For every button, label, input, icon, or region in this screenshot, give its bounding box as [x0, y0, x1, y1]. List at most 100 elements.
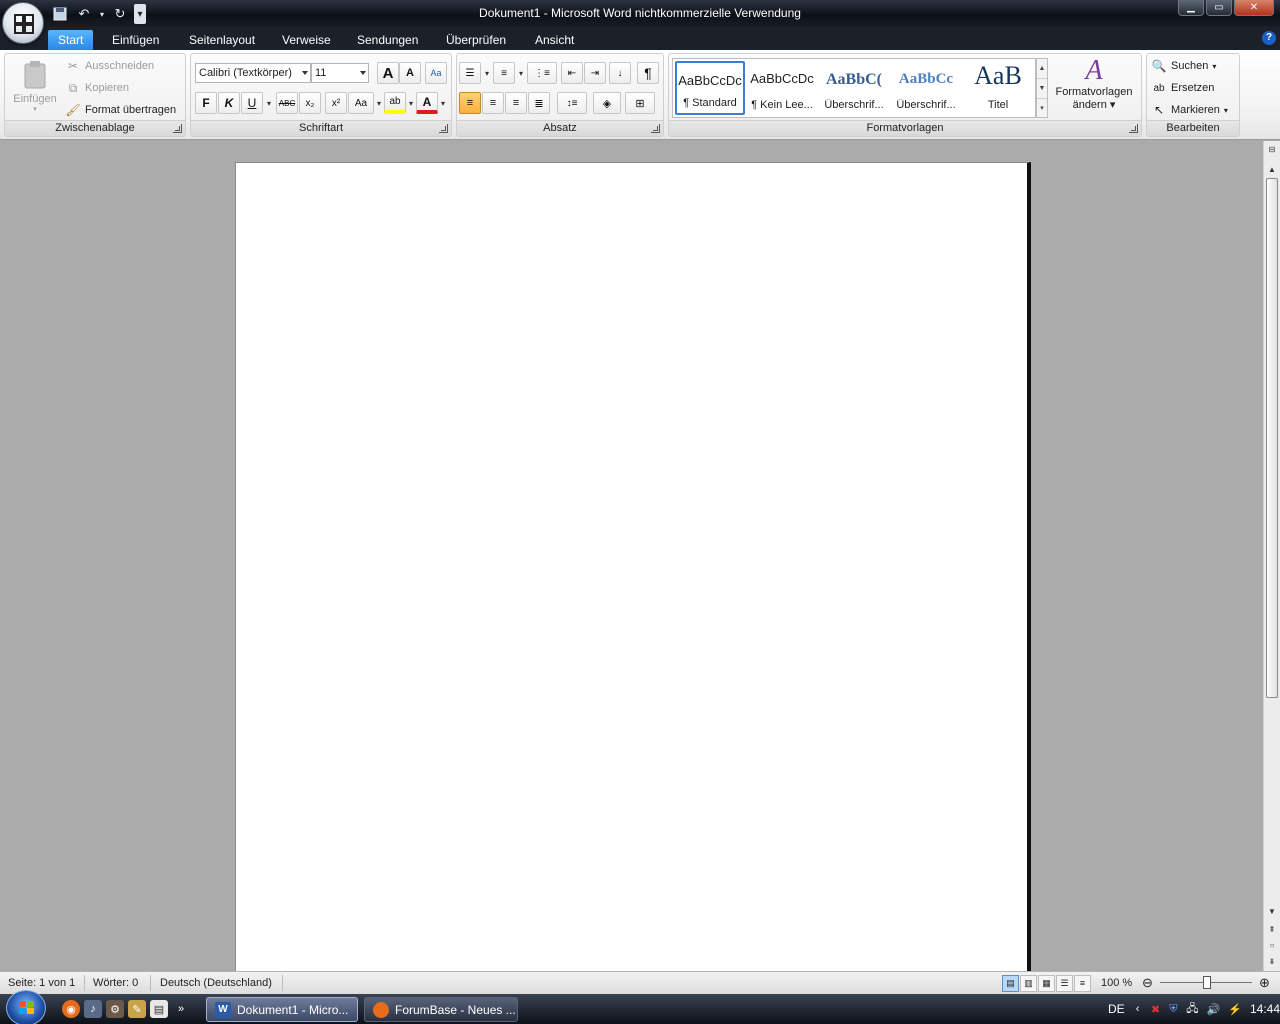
- tab-ueberpruefen[interactable]: Überprüfen: [436, 30, 516, 50]
- show-marks-button[interactable]: ¶: [637, 62, 659, 84]
- zoom-in-icon[interactable]: ⊕: [1259, 975, 1270, 991]
- previous-page-icon[interactable]: ⇞: [1265, 923, 1279, 937]
- line-spacing-icon[interactable]: ↕≡: [557, 92, 587, 114]
- gallery-down-icon[interactable]: ▼: [1037, 79, 1047, 99]
- tab-ansicht[interactable]: Ansicht: [525, 30, 584, 50]
- more-icon[interactable]: »: [172, 1000, 190, 1018]
- style-ueberschrift-1[interactable]: AaBbC( Überschrif...: [819, 61, 889, 115]
- multilevel-list-icon[interactable]: ⋮≡: [527, 62, 557, 84]
- align-left-icon[interactable]: ≡: [459, 92, 481, 114]
- next-page-icon[interactable]: ⇟: [1265, 955, 1279, 969]
- copy-button[interactable]: ⧉ Kopieren: [65, 78, 129, 98]
- change-styles-button[interactable]: A Formatvorlagen ändern ▾: [1052, 56, 1136, 118]
- close-button[interactable]: ✕: [1234, 0, 1274, 16]
- numbering-dropdown-icon[interactable]: ▾: [516, 62, 526, 84]
- bold-button[interactable]: F: [195, 92, 217, 114]
- firefox-icon[interactable]: ◉: [62, 1000, 80, 1018]
- tab-start[interactable]: Start: [48, 30, 94, 50]
- show-hidden-icons-icon[interactable]: ‹: [1133, 1002, 1143, 1016]
- bullets-dropdown-icon[interactable]: ▾: [482, 62, 492, 84]
- highlight-button[interactable]: ab: [384, 92, 406, 114]
- superscript-button[interactable]: x²: [325, 92, 347, 114]
- tab-sendungen[interactable]: Sendungen: [347, 30, 428, 50]
- outline-view-icon[interactable]: ☰: [1056, 975, 1073, 992]
- tool-icon[interactable]: ⚙: [106, 1000, 124, 1018]
- shrink-font-button[interactable]: A: [399, 62, 421, 84]
- clipboard-launcher-icon[interactable]: [173, 124, 182, 133]
- gallery-up-icon[interactable]: ▲: [1037, 59, 1047, 79]
- align-center-icon[interactable]: ≡: [482, 92, 504, 114]
- scroll-down-icon[interactable]: ▼: [1265, 905, 1279, 919]
- clock[interactable]: 14:44: [1250, 1002, 1280, 1016]
- browse-object-icon[interactable]: ○: [1265, 939, 1279, 953]
- paste-button[interactable]: Einfügen ▾: [9, 58, 61, 118]
- font-launcher-icon[interactable]: [439, 124, 448, 133]
- font-color-dropdown-icon[interactable]: ▾: [438, 92, 448, 114]
- numbering-icon[interactable]: ≡: [493, 62, 515, 84]
- increase-indent-icon[interactable]: ⇥: [584, 62, 606, 84]
- document-page[interactable]: [235, 162, 1031, 982]
- print-layout-icon[interactable]: ▤: [1002, 975, 1019, 992]
- zoom-slider-thumb[interactable]: [1203, 976, 1211, 989]
- vertical-scrollbar[interactable]: ⊟ ▲ ▼ ⇞ ○ ⇟: [1263, 141, 1280, 971]
- shield-icon[interactable]: ⛨: [1168, 1002, 1178, 1016]
- tab-einfuegen[interactable]: Einfügen: [102, 30, 169, 50]
- taskbar-button-word[interactable]: W Dokument1 - Micro...: [206, 997, 358, 1022]
- scroll-up-icon[interactable]: ▲: [1265, 163, 1279, 177]
- tab-verweise[interactable]: Verweise: [272, 30, 341, 50]
- find-button[interactable]: 🔍 Suchen ▾: [1151, 56, 1217, 76]
- page-count[interactable]: Seite: 1 von 1: [8, 977, 75, 989]
- language-status[interactable]: Deutsch (Deutschland): [160, 977, 272, 989]
- font-name-combo[interactable]: Calibri (Textkörper): [195, 63, 311, 83]
- font-size-combo[interactable]: 11: [311, 63, 369, 83]
- style-ueberschrift-2[interactable]: AaBbCc Überschrif...: [891, 61, 961, 115]
- media-player-icon[interactable]: ♪: [84, 1000, 102, 1018]
- paragraph-launcher-icon[interactable]: [651, 124, 660, 133]
- styles-launcher-icon[interactable]: [1129, 124, 1138, 133]
- draft-view-icon[interactable]: ≡: [1074, 975, 1091, 992]
- full-screen-reading-icon[interactable]: ▥: [1020, 975, 1037, 992]
- volume-icon[interactable]: 🔊: [1207, 1002, 1221, 1016]
- clear-formatting-icon[interactable]: Aa: [425, 62, 447, 84]
- change-case-dropdown-icon[interactable]: ▾: [374, 92, 384, 114]
- scroll-thumb[interactable]: [1266, 178, 1278, 698]
- borders-icon[interactable]: ⊞: [625, 92, 655, 114]
- replace-button[interactable]: ab Ersetzen: [1151, 78, 1214, 98]
- input-language[interactable]: DE: [1108, 1002, 1125, 1016]
- office-button[interactable]: [2, 2, 44, 44]
- zoom-out-icon[interactable]: ⊖: [1142, 975, 1153, 991]
- align-right-icon[interactable]: ≡: [505, 92, 527, 114]
- change-case-button[interactable]: Aa: [348, 92, 374, 114]
- grow-font-button[interactable]: A: [377, 62, 399, 84]
- strikethrough-button[interactable]: ABC: [276, 92, 298, 114]
- style-standard[interactable]: AaBbCcDc ¶ Standard: [675, 61, 745, 115]
- font-color-button[interactable]: A: [416, 92, 438, 114]
- style-kein-leerraum[interactable]: AaBbCcDc ¶ Kein Lee...: [747, 61, 817, 115]
- highlight-dropdown-icon[interactable]: ▾: [406, 92, 416, 114]
- minimize-button[interactable]: ▁: [1178, 0, 1204, 16]
- ruler-toggle-icon[interactable]: ⊟: [1265, 143, 1279, 157]
- format-painter-button[interactable]: 🖌 Format übertragen: [65, 100, 176, 120]
- network-icon[interactable]: 🖧: [1186, 1002, 1198, 1016]
- taskbar-button-firefox[interactable]: ForumBase - Neues ...: [364, 997, 518, 1022]
- redo-icon[interactable]: ↻: [110, 4, 130, 24]
- maximize-button[interactable]: ▭: [1206, 0, 1232, 16]
- italic-button[interactable]: K: [218, 92, 240, 114]
- web-layout-icon[interactable]: ▦: [1038, 975, 1055, 992]
- decrease-indent-icon[interactable]: ⇤: [561, 62, 583, 84]
- underline-button[interactable]: U: [241, 92, 263, 114]
- bullets-icon[interactable]: ☰: [459, 62, 481, 84]
- cut-button[interactable]: ✂ Ausschneiden: [65, 56, 154, 76]
- customize-icon[interactable]: ▾: [134, 4, 146, 24]
- document-icon[interactable]: ▤: [150, 1000, 168, 1018]
- select-button[interactable]: ↖ Markieren ▾: [1151, 100, 1228, 120]
- subscript-button[interactable]: x₂: [299, 92, 321, 114]
- style-titel[interactable]: AaB Titel: [963, 61, 1033, 115]
- undo-icon[interactable]: ↶: [74, 4, 94, 24]
- help-icon[interactable]: ?: [1262, 31, 1276, 45]
- undo-dropdown-icon[interactable]: ▾: [98, 4, 106, 24]
- start-button[interactable]: [6, 990, 46, 1024]
- notes-icon[interactable]: ✎: [128, 1000, 146, 1018]
- security-alert-icon[interactable]: ✖: [1151, 1002, 1161, 1016]
- word-count[interactable]: Wörter: 0: [93, 977, 138, 989]
